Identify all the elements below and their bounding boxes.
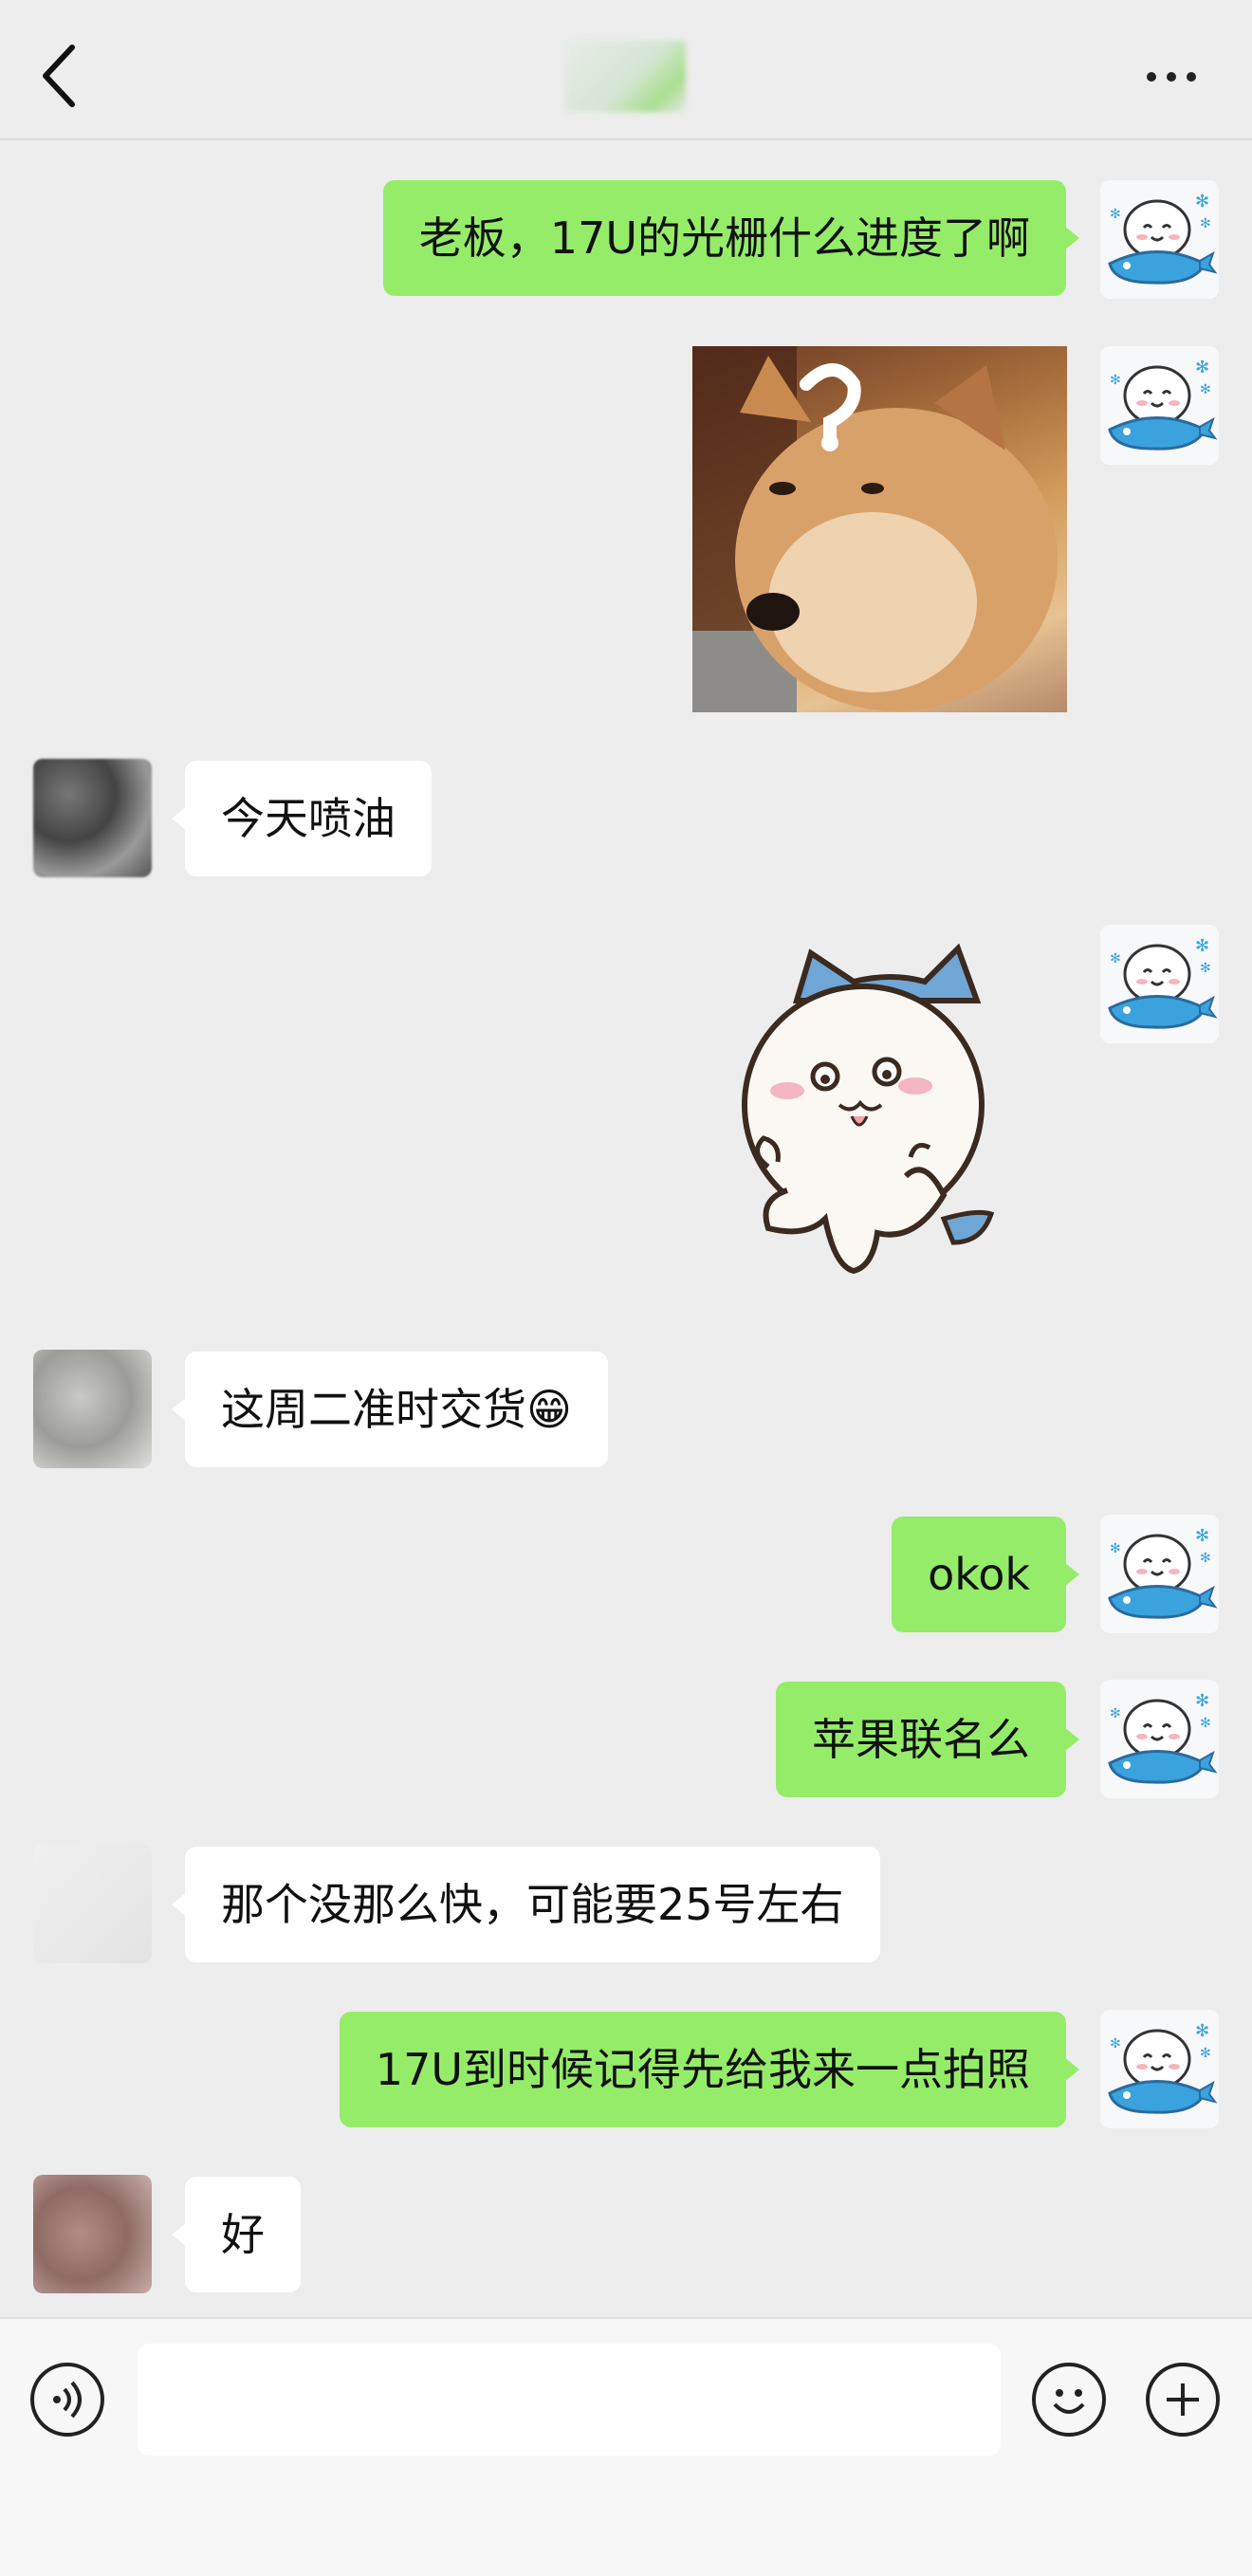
my-avatar[interactable] [1100,1680,1219,1798]
contact-avatar[interactable] [33,2175,152,2293]
shiba-meme-image[interactable] [692,346,1067,712]
contact-message-bubble[interactable]: 今天喷油 [172,761,432,876]
contact-message-bubble[interactable]: 这周二准时交货😁 [172,1352,608,1467]
contact-avatar[interactable] [33,759,152,877]
my-message-bubble[interactable]: 老板，17U的光栅什么进度了啊 [382,180,1080,296]
contact-avatar[interactable] [33,1350,152,1468]
cat-sticker[interactable] [730,944,1015,1285]
plus-icon[interactable] [1146,2363,1220,2437]
message-input[interactable] [138,2344,1001,2456]
my-avatar[interactable] [1100,925,1219,1043]
my-message-bubble[interactable]: 17U到时候记得先给我来一点拍照 [339,2012,1080,2127]
more-dots-icon[interactable] [1143,59,1200,93]
chat-header [0,0,1252,140]
chevron-left-icon[interactable] [36,38,83,114]
my-avatar[interactable] [1100,1515,1219,1633]
emoji-icon[interactable] [1032,2363,1106,2437]
contact-message-bubble[interactable]: 那个没那么快，可能要25号左右 [172,1847,880,1962]
my-message-bubble[interactable]: okok [892,1517,1079,1632]
input-bar [0,2317,1252,2576]
contact-message-bubble[interactable]: 好 [172,2177,301,2292]
contact-avatar[interactable] [33,1845,152,1963]
my-avatar[interactable] [1100,180,1219,299]
my-message-bubble[interactable]: 苹果联名么 [776,1682,1079,1797]
voice-mode-icon[interactable] [30,2363,104,2437]
my-avatar[interactable] [1100,2010,1219,2128]
chat-title [564,40,686,112]
my-avatar[interactable] [1100,346,1219,465]
